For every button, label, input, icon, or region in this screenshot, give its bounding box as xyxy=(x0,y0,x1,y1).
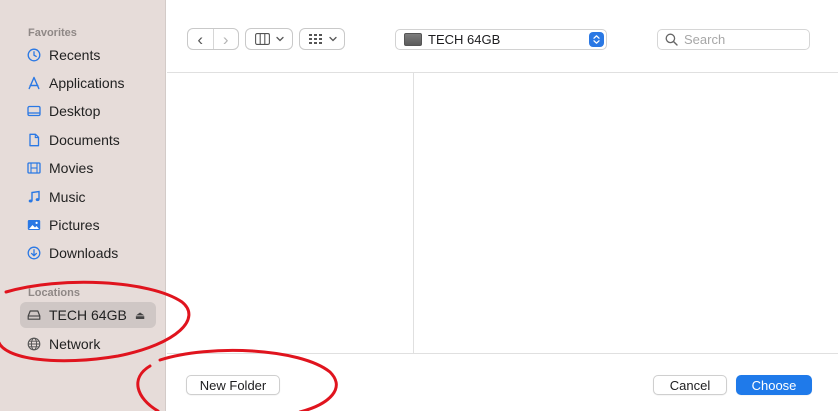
sidebar-item-music[interactable]: Music xyxy=(20,184,156,210)
chevron-left-icon: ‹ xyxy=(197,29,204,49)
sidebar-item-network[interactable]: Network xyxy=(20,331,156,357)
sidebar-item-recents[interactable]: Recents xyxy=(20,42,156,68)
column-view-icon xyxy=(255,33,270,45)
download-icon xyxy=(27,246,41,260)
locations-section-title: Locations xyxy=(28,287,80,299)
sidebar-item-applications[interactable]: Applications xyxy=(20,70,156,96)
chevron-right-icon: › xyxy=(222,29,229,49)
toolbar: ‹ › TECH 64GB xyxy=(167,0,838,72)
sidebar-item-documents[interactable]: Documents xyxy=(20,127,156,153)
forward-button[interactable]: › xyxy=(214,29,239,49)
clock-icon xyxy=(27,48,41,62)
browser-column-2[interactable] xyxy=(415,73,838,353)
desktop-icon xyxy=(27,104,41,118)
applications-icon xyxy=(27,76,41,90)
browser-column-1[interactable] xyxy=(167,73,414,353)
sidebar-item-tech-64gb[interactable]: TECH 64GB ⏏ xyxy=(20,302,156,328)
sidebar-item-label: Downloads xyxy=(49,245,119,261)
back-button[interactable]: ‹ xyxy=(188,29,213,49)
sidebar-item-pictures[interactable]: Pictures xyxy=(20,212,156,238)
sidebar-item-desktop[interactable]: Desktop xyxy=(20,98,156,124)
sidebar-item-label: Desktop xyxy=(49,103,101,119)
chevron-down-icon xyxy=(276,36,284,42)
new-folder-button[interactable]: New Folder xyxy=(186,375,280,395)
film-icon xyxy=(27,161,41,175)
sidebar: Favorites Recents Applications Desktop D… xyxy=(0,0,166,411)
chevron-down-icon xyxy=(329,36,337,42)
search-input[interactable] xyxy=(684,32,804,47)
sidebar-item-downloads[interactable]: Downloads xyxy=(20,240,156,266)
file-browser xyxy=(167,72,838,354)
disk-icon xyxy=(404,33,422,46)
music-note-icon xyxy=(27,190,41,204)
document-icon xyxy=(27,133,41,147)
sidebar-item-label: Applications xyxy=(49,75,125,91)
sidebar-item-label: Music xyxy=(49,189,86,205)
eject-icon[interactable]: ⏏ xyxy=(135,309,145,322)
open-panel-window: Favorites Recents Applications Desktop D… xyxy=(0,0,838,411)
search-icon xyxy=(665,33,678,46)
photo-icon xyxy=(27,218,41,232)
search-field[interactable] xyxy=(657,29,810,50)
cancel-button[interactable]: Cancel xyxy=(653,375,727,395)
choose-button[interactable]: Choose xyxy=(736,375,812,395)
group-icon xyxy=(308,33,323,45)
group-by-button[interactable] xyxy=(299,28,345,50)
sidebar-item-label: Pictures xyxy=(49,217,100,233)
location-popup[interactable]: TECH 64GB xyxy=(395,29,607,50)
location-popup-label: TECH 64GB xyxy=(428,32,501,47)
sidebar-item-movies[interactable]: Movies xyxy=(20,155,156,181)
sidebar-item-label: Documents xyxy=(49,132,120,148)
view-mode-button[interactable] xyxy=(245,28,293,50)
globe-icon xyxy=(27,337,41,351)
drive-icon xyxy=(27,308,41,322)
back-forward-control: ‹ › xyxy=(187,28,239,50)
sidebar-item-label: Network xyxy=(49,336,101,352)
sidebar-item-label: Recents xyxy=(49,47,101,63)
favorites-section-title: Favorites xyxy=(28,27,77,39)
sidebar-item-label: Movies xyxy=(49,160,94,176)
updown-chevron-icon xyxy=(589,32,604,47)
sidebar-item-label: TECH 64GB xyxy=(49,307,127,323)
